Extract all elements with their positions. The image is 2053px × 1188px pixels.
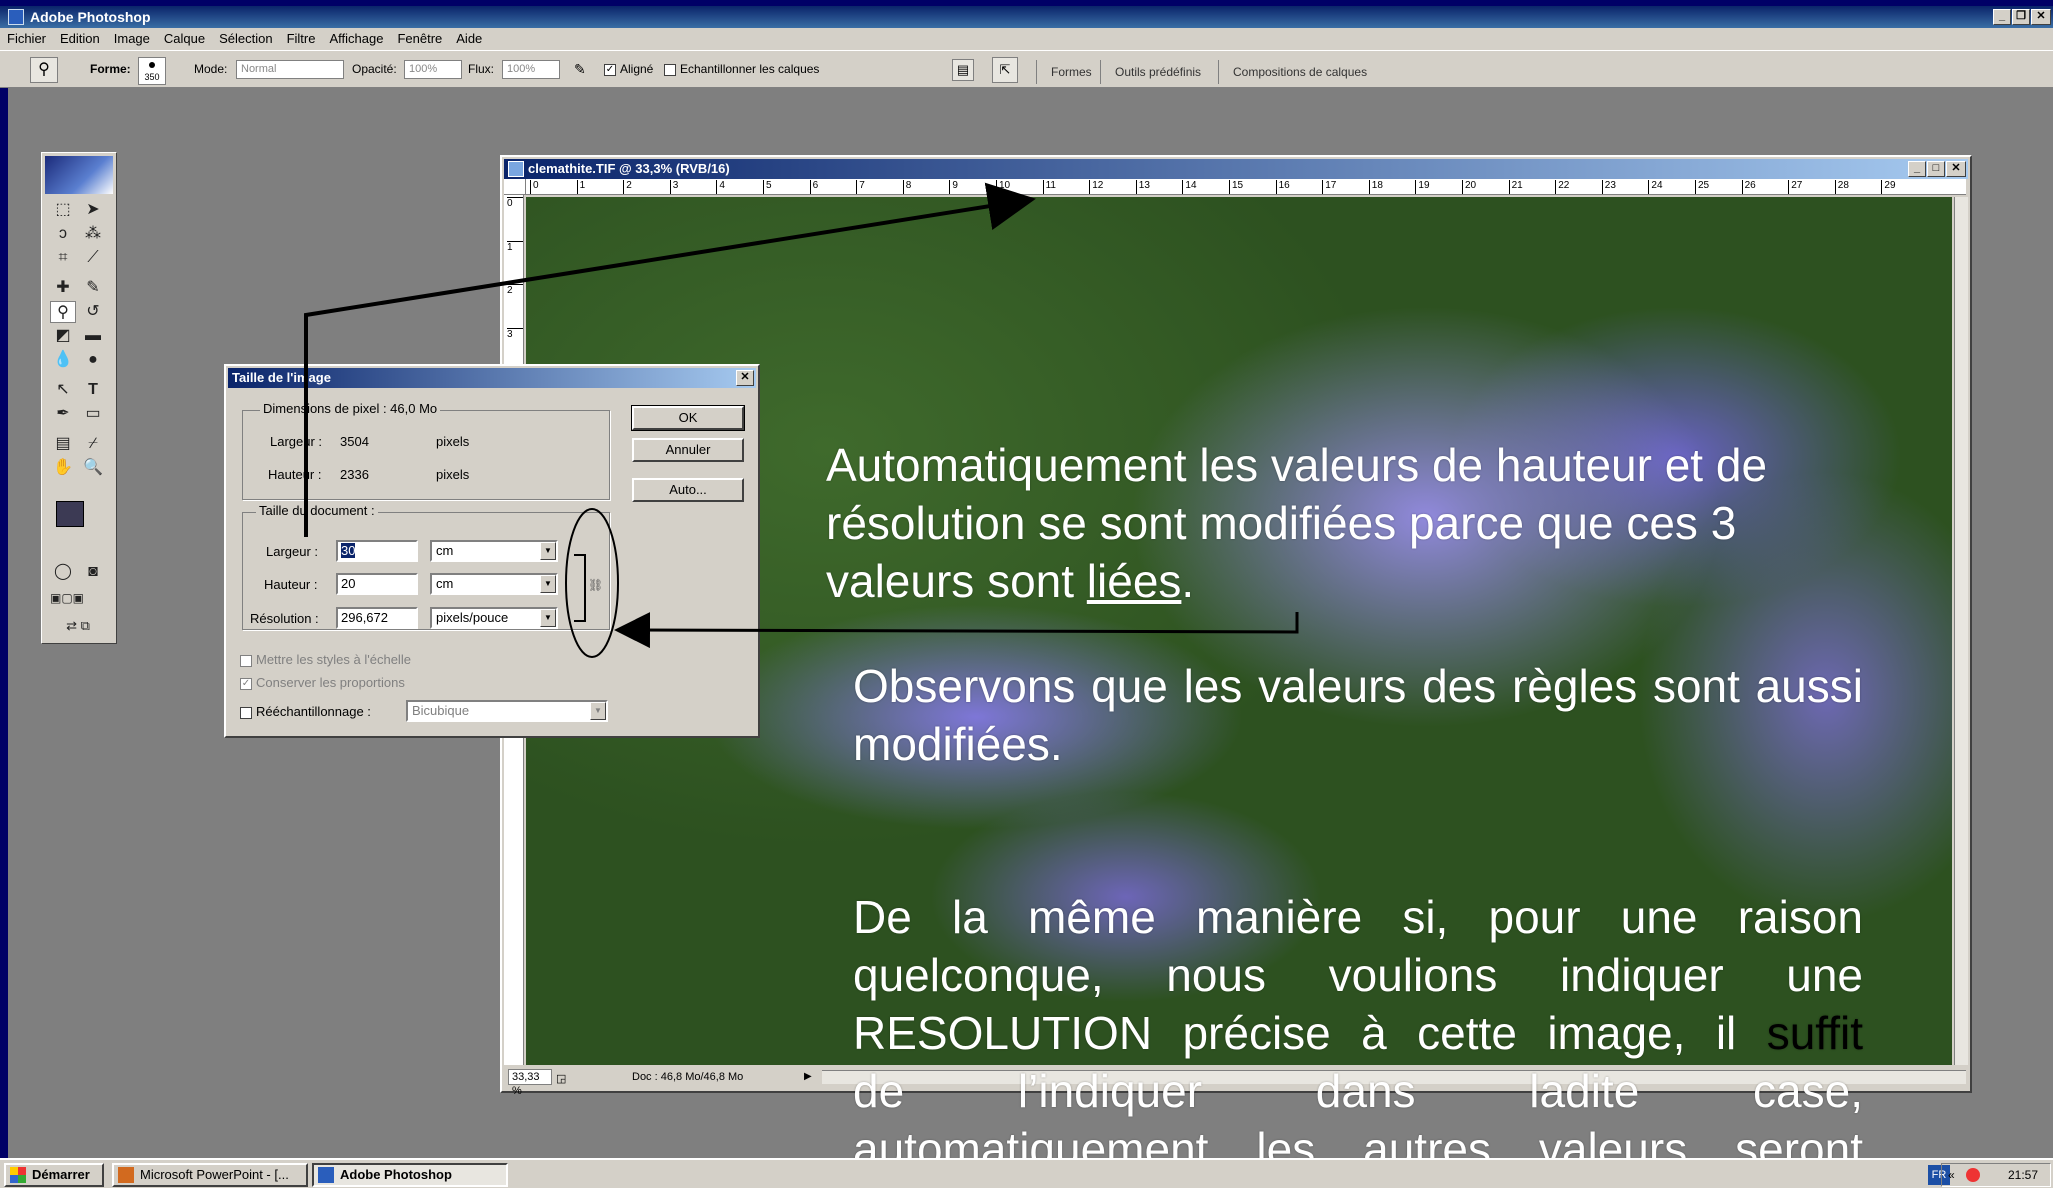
task-powerpoint-label: Microsoft PowerPoint - [... xyxy=(140,1167,289,1182)
p1-end: . xyxy=(1181,555,1195,607)
explanation-paragraph-1: Automatiquement les valeurs de hauteur e… xyxy=(826,436,1886,610)
p1-text: Automatiquement les valeurs de hauteur e… xyxy=(826,439,1768,607)
start-label: Démarrer xyxy=(32,1167,90,1182)
link-pointer-arrow xyxy=(614,612,1299,649)
p3-line-3a: RESOLUTION précise à cette image, il xyxy=(853,1007,1767,1059)
taskbar: Démarrer Microsoft PowerPoint - [... Ado… xyxy=(0,1158,2053,1188)
p3-line-3b: suffit xyxy=(1766,1007,1863,1059)
explanation-paragraph-2: Observons que les valeurs des règles son… xyxy=(853,660,1863,770)
tray-expand-icon[interactable]: « xyxy=(1948,1164,1955,1186)
p3-line-4: de l’indiquer dans ladite case, xyxy=(853,1065,1863,1117)
task-powerpoint[interactable]: Microsoft PowerPoint - [... xyxy=(112,1163,308,1187)
clock: 21:57 xyxy=(2008,1168,2039,1182)
start-button[interactable]: Démarrer xyxy=(4,1163,104,1187)
explanation-paragraph-3: De la même manière si, pour une raison q… xyxy=(853,888,1863,1178)
powerpoint-icon xyxy=(118,1167,134,1183)
p3-line-2: quelconque, nous voulions indiquer une xyxy=(853,949,1863,1001)
system-tray: « 21:57 xyxy=(1941,1163,2051,1187)
p3-line-1: De la même manière si, pour une raison xyxy=(853,891,1863,943)
task-photoshop-label: Adobe Photoshop xyxy=(340,1167,452,1182)
p1-link-word: liées xyxy=(1086,555,1182,607)
p3-line-3: RESOLUTION précise à cette image, il suf… xyxy=(853,1004,1863,1062)
link-highlight-ellipse xyxy=(565,508,619,658)
antivirus-icon[interactable] xyxy=(1966,1168,1980,1182)
photoshop-task-icon xyxy=(318,1167,334,1183)
task-photoshop[interactable]: Adobe Photoshop xyxy=(312,1163,508,1187)
windows-logo-icon xyxy=(10,1167,26,1183)
